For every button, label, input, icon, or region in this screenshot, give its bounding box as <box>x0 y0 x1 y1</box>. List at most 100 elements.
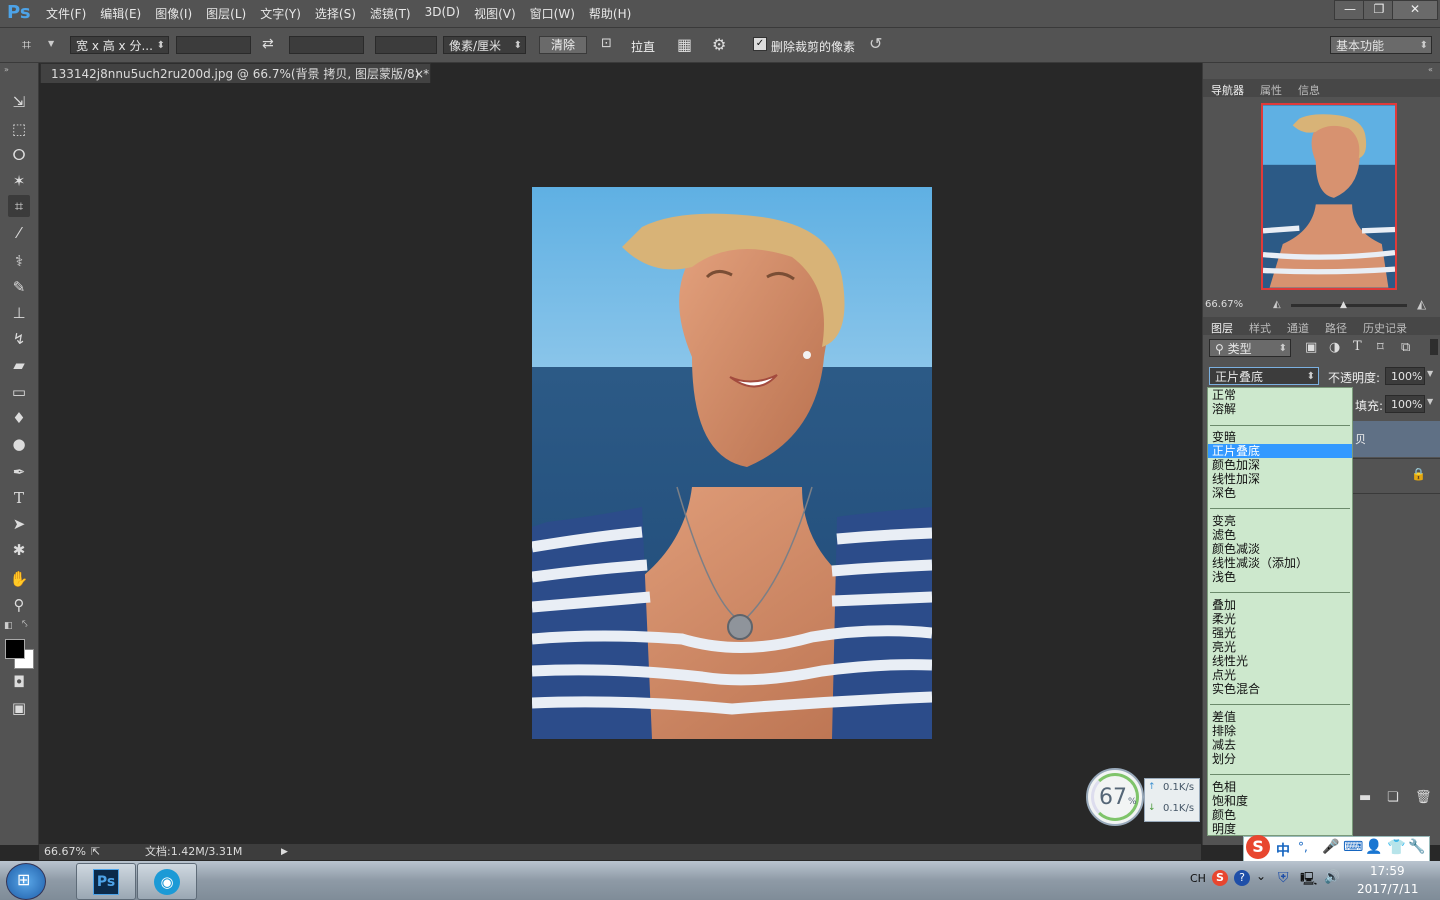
fill-chevron-icon[interactable]: ▼ <box>1427 397 1433 406</box>
document-tab[interactable]: 133142j8nnu5uch2ru200d.jpg @ 66.7%(背景 拷贝… <box>40 63 431 83</box>
blend-option[interactable]: 划分 <box>1212 752 1350 766</box>
blend-option[interactable]: 颜色减淡 <box>1212 542 1350 556</box>
microphone-icon[interactable]: 🎤 <box>1322 839 1339 855</box>
ime-mode[interactable]: 中 <box>1276 840 1290 860</box>
tab-navigator[interactable]: 导航器 <box>1211 82 1244 98</box>
shape-tool-icon[interactable]: ✱ <box>8 539 30 561</box>
swap-colors-icon[interactable]: ⤣ <box>22 619 28 630</box>
skin-shirt-icon[interactable]: 👕 <box>1387 838 1406 856</box>
menu-file[interactable]: 文件(F) <box>46 5 86 22</box>
gradient-tool-icon[interactable]: ▭ <box>8 381 30 403</box>
navigator-zoom-slider[interactable] <box>1291 304 1407 307</box>
tool-preset-chevron-icon[interactable]: ▼ <box>48 39 54 48</box>
menu-help[interactable]: 帮助(H) <box>589 5 631 22</box>
language-indicator[interactable]: CH <box>1190 872 1206 885</box>
crop-height-input[interactable] <box>289 36 364 54</box>
opacity-input[interactable]: 100% <box>1385 367 1425 385</box>
pen-tool-icon[interactable]: ✒ <box>8 461 30 483</box>
blend-option[interactable]: 变亮 <box>1212 514 1350 528</box>
swap-icon[interactable]: ⇄ <box>262 36 274 52</box>
network-speed-widget[interactable]: 67 % ↑ 0.1K/s ↓ 0.1K/s <box>1086 768 1202 828</box>
menu-image[interactable]: 图像(I) <box>155 5 192 22</box>
crop-icon[interactable]: ⌗ <box>22 35 31 55</box>
blend-option[interactable]: 线性减淡（添加） <box>1212 556 1350 570</box>
layer-row-background[interactable]: 🔒 <box>1353 458 1440 494</box>
settings-gear-icon[interactable]: ⚙ <box>712 35 726 54</box>
clock-date[interactable]: 2017/7/11 <box>1357 882 1419 896</box>
menu-edit[interactable]: 编辑(E) <box>100 5 141 22</box>
document-image[interactable] <box>532 187 932 739</box>
collapse-toolbar-icon[interactable]: » <box>4 65 9 74</box>
crop-tool-icon[interactable]: ⌗ <box>8 195 30 217</box>
hand-tool-icon[interactable]: ✋ <box>8 568 30 590</box>
blend-option[interactable]: 溶解 <box>1212 402 1350 416</box>
new-group-icon[interactable]: ▬ <box>1359 790 1371 805</box>
blend-option[interactable]: 明度 <box>1212 822 1350 836</box>
blend-option[interactable]: 色相 <box>1212 780 1350 794</box>
filter-pixel-icon[interactable]: ▣ <box>1305 340 1317 355</box>
opacity-chevron-icon[interactable]: ▼ <box>1427 369 1433 378</box>
taskbar-photoshop[interactable]: Ps <box>76 863 136 900</box>
minimize-button[interactable]: — <box>1334 0 1366 20</box>
resolution-input[interactable] <box>375 36 437 54</box>
reset-icon[interactable]: ↺ <box>869 34 882 53</box>
blur-tool-icon[interactable]: ♦ <box>8 407 30 429</box>
filter-adjustment-icon[interactable]: ◑ <box>1329 340 1340 355</box>
move-tool-icon[interactable]: ⇲ <box>8 91 30 113</box>
blend-option[interactable]: 强光 <box>1212 626 1350 640</box>
zoom-in-icon[interactable]: ◭ <box>1417 297 1426 311</box>
menu-select[interactable]: 选择(S) <box>315 5 356 22</box>
blend-option[interactable]: 亮光 <box>1212 640 1350 654</box>
menu-layer[interactable]: 图层(L) <box>206 5 246 22</box>
blend-option[interactable]: 叠加 <box>1212 598 1350 612</box>
keyboard-icon[interactable]: ⌨ <box>1343 839 1363 855</box>
zoom-out-icon[interactable]: ◭ <box>1273 299 1281 310</box>
blend-option[interactable]: 浅色 <box>1212 570 1350 584</box>
workspace-select[interactable]: 基本功能 <box>1330 36 1432 55</box>
menu-filter[interactable]: 滤镜(T) <box>370 5 411 22</box>
foreground-color-swatch[interactable] <box>5 639 25 659</box>
zoom-tool-icon[interactable]: ⚲ <box>8 594 30 616</box>
wrench-icon[interactable]: 🔧 <box>1408 839 1425 855</box>
blend-option[interactable]: 深色 <box>1212 486 1350 500</box>
export-icon[interactable]: ⇱ <box>91 844 100 860</box>
marquee-tool-icon[interactable]: ⬚ <box>8 118 30 140</box>
delete-layer-icon[interactable]: 🗑 <box>1415 790 1432 805</box>
tab-layers[interactable]: 图层 <box>1211 320 1233 336</box>
tray-security-icon[interactable]: ⛨ <box>1278 870 1289 886</box>
blend-option[interactable]: 差值 <box>1212 710 1350 724</box>
default-colors-icon[interactable]: ◧ <box>4 621 13 631</box>
delete-cropped-checkbox[interactable]: ✓ <box>753 37 767 51</box>
blend-option[interactable]: 线性光 <box>1212 654 1350 668</box>
tab-info[interactable]: 信息 <box>1298 82 1320 98</box>
filter-toggle[interactable] <box>1430 339 1438 355</box>
magic-wand-tool-icon[interactable]: ✶ <box>8 170 30 192</box>
dodge-tool-icon[interactable]: ● <box>8 433 30 455</box>
tray-expand-icon[interactable]: ⌄ <box>1256 869 1266 883</box>
blend-option[interactable]: 排除 <box>1212 724 1350 738</box>
type-tool-icon[interactable]: T <box>8 487 30 509</box>
close-button[interactable]: ✕ <box>1392 0 1438 20</box>
eyedropper-tool-icon[interactable]: ⁄ <box>8 222 30 244</box>
crop-ratio-select[interactable]: 宽 x 高 x 分... <box>70 36 169 55</box>
blend-option[interactable]: 点光 <box>1212 668 1350 682</box>
straighten-label[interactable]: 拉直 <box>631 38 655 55</box>
healing-brush-tool-icon[interactable]: ⚕ <box>8 250 30 272</box>
tab-history[interactable]: 历史记录 <box>1363 320 1407 336</box>
status-zoom[interactable]: 66.67% <box>44 844 86 860</box>
navigator-zoom[interactable]: 66.67% <box>1205 299 1243 310</box>
screen-mode-icon[interactable]: ▣ <box>8 697 30 719</box>
tab-channels[interactable]: 通道 <box>1287 320 1309 336</box>
blend-option[interactable]: 颜色加深 <box>1212 458 1350 472</box>
tray-network-icon[interactable]: 🖳 <box>1300 870 1317 892</box>
new-layer-icon[interactable]: ❏ <box>1387 790 1399 805</box>
tray-volume-icon[interactable]: 🔊 <box>1324 870 1340 885</box>
path-selection-tool-icon[interactable]: ➤ <box>8 513 30 535</box>
blend-option[interactable]: 线性加深 <box>1212 472 1350 486</box>
blend-option[interactable]: 柔光 <box>1212 612 1350 626</box>
straighten-icon[interactable]: ⊡ <box>601 36 612 51</box>
crop-width-input[interactable] <box>176 36 251 54</box>
tray-help-icon[interactable]: ? <box>1234 870 1250 886</box>
blend-option[interactable]: 滤色 <box>1212 528 1350 542</box>
history-brush-tool-icon[interactable]: ↯ <box>8 328 30 350</box>
